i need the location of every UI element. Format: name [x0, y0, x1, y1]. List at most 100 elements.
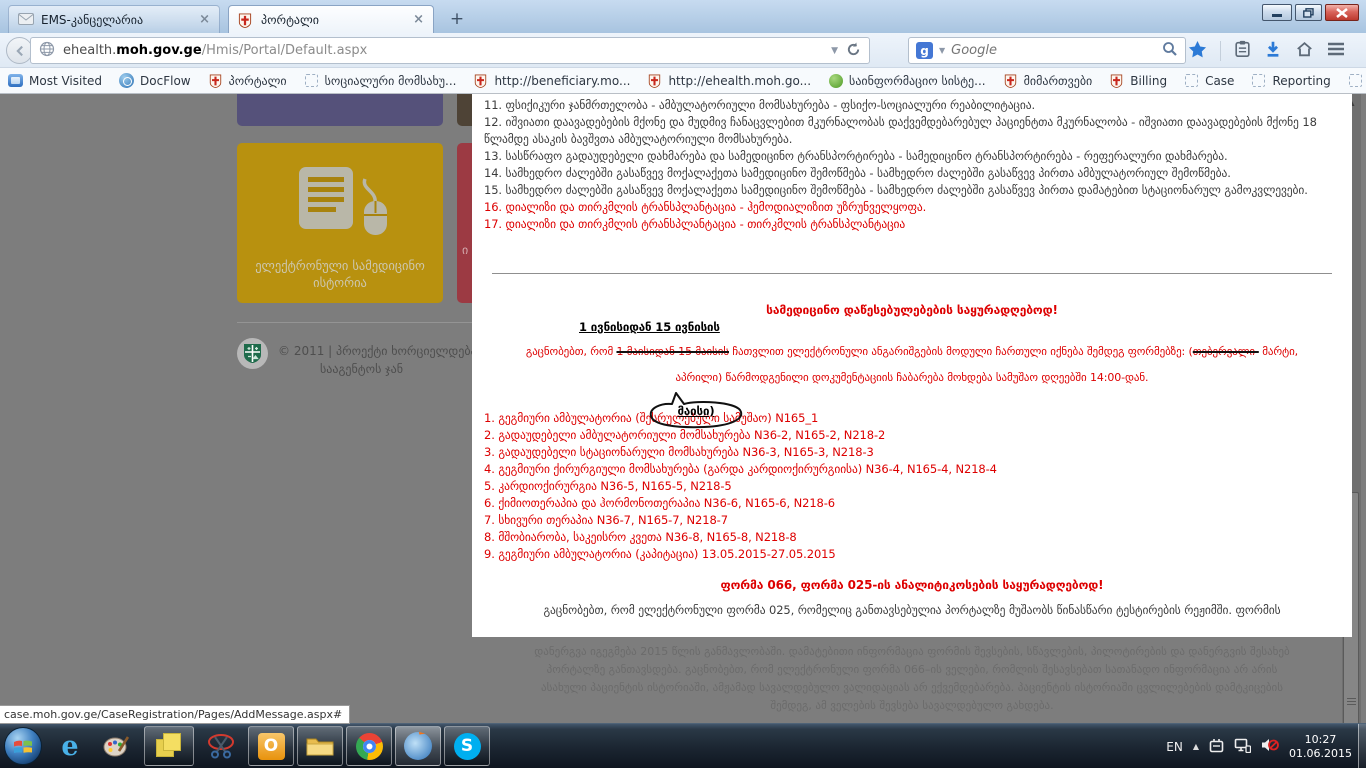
back-button[interactable]: [6, 37, 33, 64]
search-magnifier-icon[interactable]: [1162, 41, 1178, 60]
bookmark-most-visited[interactable]: Most Visited: [8, 73, 102, 88]
bookmark-star-icon[interactable]: [1188, 40, 1207, 62]
bookmark-portal[interactable]: პორტალი: [208, 73, 287, 88]
search-box[interactable]: g ▼: [908, 37, 1186, 64]
service-item: 17. დიალიზი და თირკმლის ტრანსპლანტაცია -…: [484, 216, 1340, 233]
card-label: ელექტრონული სამედიცინო ისტორია: [237, 257, 443, 291]
reload-icon[interactable]: [846, 42, 861, 60]
system-tray: EN ▲ 10:27 01.06.2015: [1166, 724, 1352, 768]
bookmark-info-system[interactable]: საინფორმაციო სისტე...: [828, 73, 986, 88]
restore-button[interactable]: [1295, 4, 1322, 21]
minimize-button[interactable]: [1262, 4, 1292, 21]
taskbar: e O: [0, 723, 1366, 768]
card-red-partial[interactable]: ი: [457, 143, 473, 303]
bookmarks-menu-icon[interactable]: [1234, 40, 1251, 61]
language-indicator[interactable]: EN: [1166, 740, 1183, 754]
sticky-notes-icon: [156, 733, 182, 759]
url-bar[interactable]: ehealth.moh.gov.ge/Hmis/Portal/Default.a…: [30, 37, 870, 64]
clock[interactable]: 10:27 01.06.2015: [1289, 733, 1352, 761]
bookmark-social-service[interactable]: სოციალური მომსახუ...: [304, 73, 457, 88]
chrome-icon: [356, 733, 383, 760]
action-center-icon[interactable]: [1209, 738, 1224, 756]
placeholder-favicon: [1252, 74, 1265, 87]
folder-icon: [305, 734, 335, 758]
taskbar-sticky-notes[interactable]: [144, 726, 194, 766]
portal-card-top-right[interactable]: [457, 94, 473, 126]
taskbar-firefox[interactable]: [395, 726, 441, 766]
georgia-coat-of-arms-icon: [647, 73, 662, 88]
placeholder-favicon: [1349, 74, 1362, 87]
taskbar-outlook[interactable]: O: [248, 726, 294, 766]
placeholder-favicon: [1185, 74, 1198, 87]
bookmark-attendance-control[interactable]: დასწრების კონტრო...: [1348, 73, 1366, 88]
home-icon[interactable]: [1295, 40, 1314, 61]
taskbar-chrome[interactable]: [346, 726, 392, 766]
show-desktop-button[interactable]: [1358, 724, 1366, 768]
paint-palette-icon: [102, 733, 130, 759]
card-label-fragment: ი: [462, 243, 468, 257]
show-hidden-icons-chevron[interactable]: ▲: [1193, 742, 1199, 751]
toolbar-separator: [1220, 41, 1221, 61]
dimmed-paragraph: დანერგვა იგეგმება 2015 წლის განმავლობაში…: [472, 643, 1352, 715]
bookmark-billing[interactable]: Billing: [1109, 73, 1167, 88]
forms-list: 1. გეგმიური ამბულატორია (შესრულებული სამ…: [484, 410, 1340, 563]
new-tab-button[interactable]: +: [444, 8, 470, 30]
google-icon: g: [916, 42, 933, 59]
notice-paragraph-line2: აპრილი) წარმოდგენილი დოკუმენტაციის ჩაბარ…: [484, 368, 1340, 388]
footer-divider: [237, 322, 473, 323]
form-item: 4. გეგმიური ქირურგიული მომსახურება (გარდ…: [484, 461, 1340, 478]
taskbar-skype[interactable]: S: [444, 726, 490, 766]
search-input[interactable]: [951, 43, 1156, 58]
service-item: 14. სამხედრო ძალებში გასაწვევ მოქალაქეთა…: [484, 165, 1340, 182]
bookmarks-bar: Most Visited DocFlow პორტალი სოციალური მ…: [0, 68, 1366, 94]
taskbar-windows-explorer[interactable]: [297, 726, 343, 766]
notice-heading-forms: ფორმა 066, ფორმა 025-ის ანალიტიკოსების ს…: [484, 577, 1340, 594]
tab-ems[interactable]: EMS-კანცელარია ×: [8, 5, 220, 33]
bookmark-case[interactable]: Case: [1184, 73, 1234, 88]
taskbar-snipping-tool[interactable]: [200, 726, 242, 766]
urlbar-dropdown-icon[interactable]: ▼: [831, 46, 838, 56]
georgia-coat-of-arms-icon: [208, 73, 223, 88]
notice2-paragraph-line1: გაცნობებთ, რომ ელექტრონული ფორმა 025, რო…: [484, 602, 1340, 619]
green-site-icon: [829, 74, 843, 88]
windows-flag-icon: [14, 739, 32, 754]
bookmark-referrals[interactable]: მიმართვები: [1003, 73, 1093, 88]
close-button[interactable]: [1325, 4, 1359, 21]
clock-icon: [119, 73, 134, 88]
toolbar-icons: [1188, 37, 1345, 64]
georgia-coat-of-arms-icon: [1003, 73, 1018, 88]
notice-heading-medical: სამედიცინო დაწესებულებების საყურადღებოდ!: [484, 302, 1340, 319]
panel-divider: [492, 273, 1332, 274]
handwritten-date-correction: 1 ივნისიდან 15 ივნისის: [579, 319, 1340, 336]
bookmark-beneficiary[interactable]: http://beneficiary.mo...: [473, 73, 630, 88]
document-and-mouse-icon: [285, 165, 400, 245]
search-engine-dropdown-icon[interactable]: ▼: [939, 46, 945, 55]
window-controls: [1262, 4, 1359, 21]
taskbar-paint[interactable]: [98, 726, 134, 766]
georgia-coat-of-arms-icon: [238, 13, 254, 27]
tab-close-icon[interactable]: ×: [413, 12, 424, 27]
network-icon[interactable]: [1234, 738, 1251, 756]
tab-portal[interactable]: პორტალი ×: [228, 5, 434, 33]
bookmark-reporting[interactable]: Reporting: [1251, 73, 1330, 88]
tab-strip: EMS-კანცელარია × პორტალი × +: [0, 0, 1366, 33]
tab-close-icon[interactable]: ×: [199, 12, 210, 27]
volume-muted-icon[interactable]: [1261, 737, 1279, 756]
georgia-coat-of-arms-icon: [1109, 73, 1124, 88]
bookmark-docflow[interactable]: DocFlow: [119, 73, 191, 88]
notice-paragraph-line1: გაცნობებთ, რომ 1 მაისიდან 15 მაისის ჩათვ…: [484, 342, 1340, 362]
menu-hamburger-icon[interactable]: [1327, 42, 1345, 59]
bookmark-ehealth[interactable]: http://ehealth.moh.go...: [647, 73, 811, 88]
service-item: 11. ფსიქიკური ჯანმრთელობა - ამბულატორიულ…: [484, 97, 1340, 114]
form-item: 9. გეგმიური ამბულატორია (კაპიტაცია) 13.0…: [484, 546, 1340, 563]
form-item: 8. მშობიარობა, საკეისრო კვეთა N36-8, N16…: [484, 529, 1340, 546]
downloads-icon[interactable]: [1264, 40, 1282, 61]
start-button[interactable]: [4, 727, 42, 765]
form-item: 1. გეგმიური ამბულატორია (შესრულებული სამ…: [484, 410, 1340, 427]
portal-card-top[interactable]: [237, 94, 443, 126]
snipping-tool-icon: [206, 733, 236, 759]
site-globe-icon: [39, 41, 55, 60]
card-electronic-medical-history[interactable]: ელექტრონული სამედიცინო ისტორია: [237, 143, 443, 303]
taskbar-internet-explorer[interactable]: e: [52, 726, 88, 766]
firefox-icon: [404, 732, 432, 760]
